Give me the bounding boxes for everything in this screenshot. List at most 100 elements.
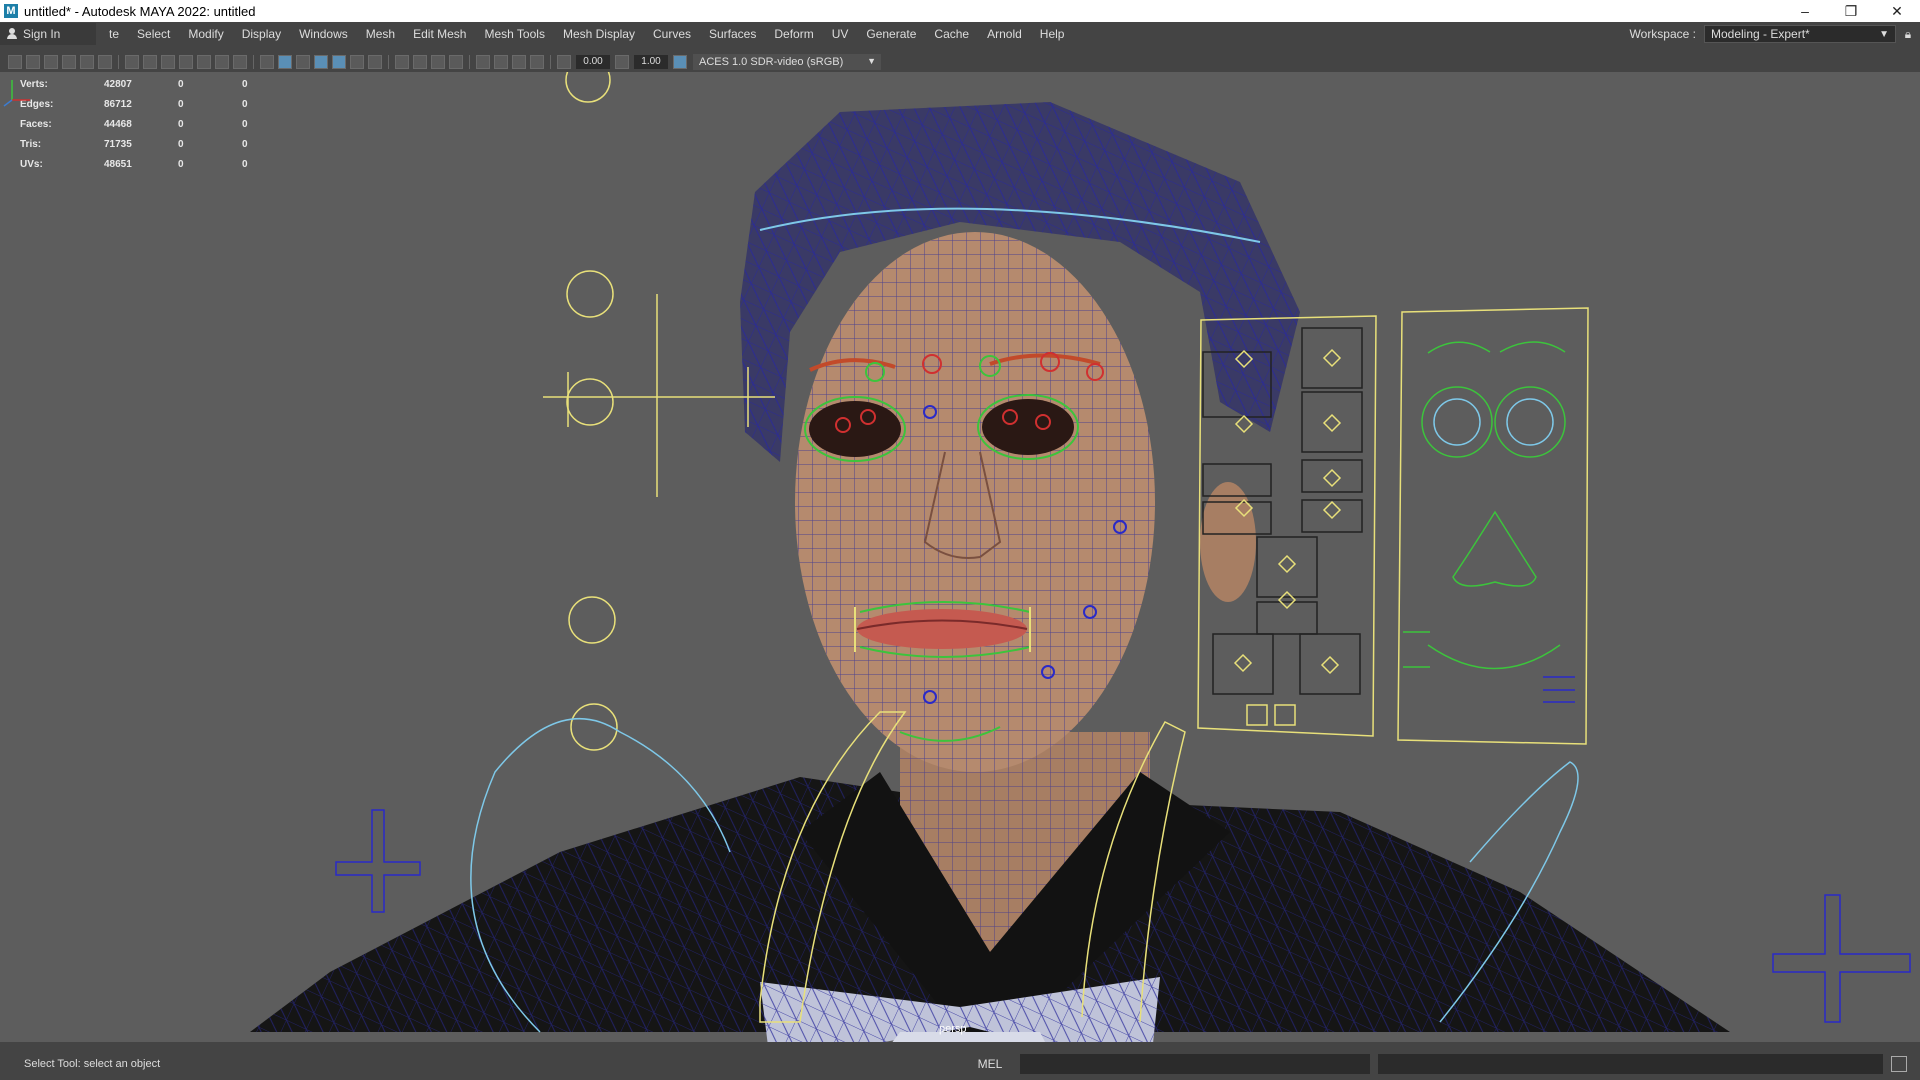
grease-pencil-icon[interactable] [98,55,112,69]
workspace-label: Workspace : [1629,27,1696,41]
menu-modify[interactable]: Modify [179,22,232,46]
color-management-icon[interactable] [673,55,687,69]
xray-icon[interactable] [494,55,508,69]
bookmark-icon[interactable] [44,55,58,69]
hud-v3: 0 [242,158,248,170]
hud-v1: 42807 [104,78,132,90]
facial-gui-panel-right[interactable] [1397,307,1589,745]
perspective-viewport[interactable]: Verts: 42807 0 0 Edges: 86712 0 0 Faces: 44468 0 0 T… [0,72,1920,1042]
menu-generate[interactable]: Generate [857,22,925,46]
gamma-icon[interactable] [615,55,629,69]
resolution-gate-icon[interactable] [161,55,175,69]
help-line: Select Tool: select an object [24,1058,161,1070]
hud-v3: 0 [242,138,248,150]
lips[interactable] [857,609,1027,649]
menu-uv[interactable]: UV [823,22,858,46]
view-transform-value: ACES 1.0 SDR-video (sRGB) [699,56,844,68]
isolate-select-icon[interactable] [476,55,490,69]
lights-icon[interactable] [350,55,364,69]
hud-row: Faces: 44468 0 0 [20,114,282,134]
smooth-shade-icon[interactable] [278,55,292,69]
menu-curves[interactable]: Curves [644,22,700,46]
workspace-selector: Workspace : Modeling - Expert* ▼ 🔒︎ [1630,22,1920,46]
close-button[interactable]: ✕ [1874,0,1920,22]
toolbar-divider [118,55,119,69]
safe-title-icon[interactable] [233,55,247,69]
shadows-icon[interactable] [368,55,382,69]
view-axis-indicator [3,80,30,107]
maya-logo-icon: M [4,4,18,18]
title-bar: M untitled* - Autodesk MAYA 2022: untitl… [0,0,1920,22]
workspace-value: Modeling - Expert* [1711,27,1810,41]
hud-v1: 71735 [104,138,132,150]
workspace-dropdown[interactable]: Modeling - Expert* ▼ [1704,25,1896,43]
default-material-icon[interactable] [296,55,310,69]
lock-icon[interactable]: 🔒︎ [1896,27,1920,42]
camera-name-label: persp [939,1023,967,1035]
toolbar-divider [388,55,389,69]
exposure-field[interactable]: 0.00 [576,55,610,69]
hud-row: Tris: 71735 0 0 [20,134,282,154]
hud-v3: 0 [242,118,248,130]
exposure-icon[interactable] [557,55,571,69]
hud-v1: 44468 [104,118,132,130]
field-chart-icon[interactable] [197,55,211,69]
grid-icon[interactable] [125,55,139,69]
toolbar-divider [550,55,551,69]
textured-icon[interactable] [332,55,346,69]
hud-label: Faces: [20,118,52,130]
hud-v2: 0 [178,158,184,170]
view-transform-dropdown[interactable]: ACES 1.0 SDR-video (sRGB) ▼ [693,54,881,70]
depth-of-field-icon[interactable] [449,55,463,69]
motion-blur-icon[interactable] [413,55,427,69]
poly-count-hud: Verts: 42807 0 0 Edges: 86712 0 0 Faces: 44468 0 0 T… [20,74,282,174]
minimize-button[interactable]: – [1782,0,1828,22]
menu-cache[interactable]: Cache [925,22,978,46]
wireframe-icon[interactable] [260,55,274,69]
sign-in-button[interactable]: Sign In [0,23,96,45]
ear-mesh[interactable] [1200,482,1256,602]
command-result [1378,1054,1883,1074]
camera-attributes-icon[interactable] [26,55,40,69]
safe-action-icon[interactable] [215,55,229,69]
menu-mesh[interactable]: Mesh [357,22,404,46]
xray-joints-icon[interactable] [512,55,526,69]
status-bar: Select Tool: select an object MEL [0,1052,1920,1076]
ambient-occlusion-icon[interactable] [395,55,409,69]
anti-aliasing-icon[interactable] [431,55,445,69]
wireframe-on-shaded-icon[interactable] [314,55,328,69]
gate-mask-icon[interactable] [179,55,193,69]
user-icon [6,28,18,40]
film-gate-icon[interactable] [143,55,157,69]
hud-label: UVs: [20,158,43,170]
2d-pan-zoom-icon[interactable] [80,55,94,69]
script-language-toggle[interactable]: MEL [960,1057,1020,1071]
menu-mesh-tools[interactable]: Mesh Tools [475,22,553,46]
menu-deform[interactable]: Deform [765,22,822,46]
left-eye[interactable] [809,401,901,457]
viewport-toolbar: 0.00 1.00 ACES 1.0 SDR-video (sRGB) ▼ [0,52,1920,72]
hud-v1: 86712 [104,98,132,110]
menu-items: te Select Modify Display Windows Mesh Edit Mes… [100,22,1073,46]
menu-arnold[interactable]: Arnold [978,22,1031,46]
image-plane-icon[interactable] [62,55,76,69]
menu-mesh-display[interactable]: Mesh Display [554,22,644,46]
menu-help[interactable]: Help [1031,22,1074,46]
restore-button[interactable]: ❐ [1828,0,1874,22]
menu-surfaces[interactable]: Surfaces [700,22,765,46]
gamma-field[interactable]: 1.00 [634,55,668,69]
menu-select[interactable]: Select [128,22,179,46]
camera-select-icon[interactable] [8,55,22,69]
right-eye[interactable] [982,399,1074,455]
menu-edit-mesh[interactable]: Edit Mesh [404,22,475,46]
command-input[interactable] [1020,1054,1370,1074]
toolbar-divider [469,55,470,69]
menu-te[interactable]: te [100,22,128,46]
hud-label: Tris: [20,138,42,150]
script-editor-icon[interactable] [1891,1056,1907,1072]
menu-windows[interactable]: Windows [290,22,357,46]
menu-display[interactable]: Display [233,22,290,46]
window-title: untitled* - Autodesk MAYA 2022: untitled [24,3,256,19]
hud-row: UVs: 48651 0 0 [20,154,282,174]
backface-culling-icon[interactable] [530,55,544,69]
